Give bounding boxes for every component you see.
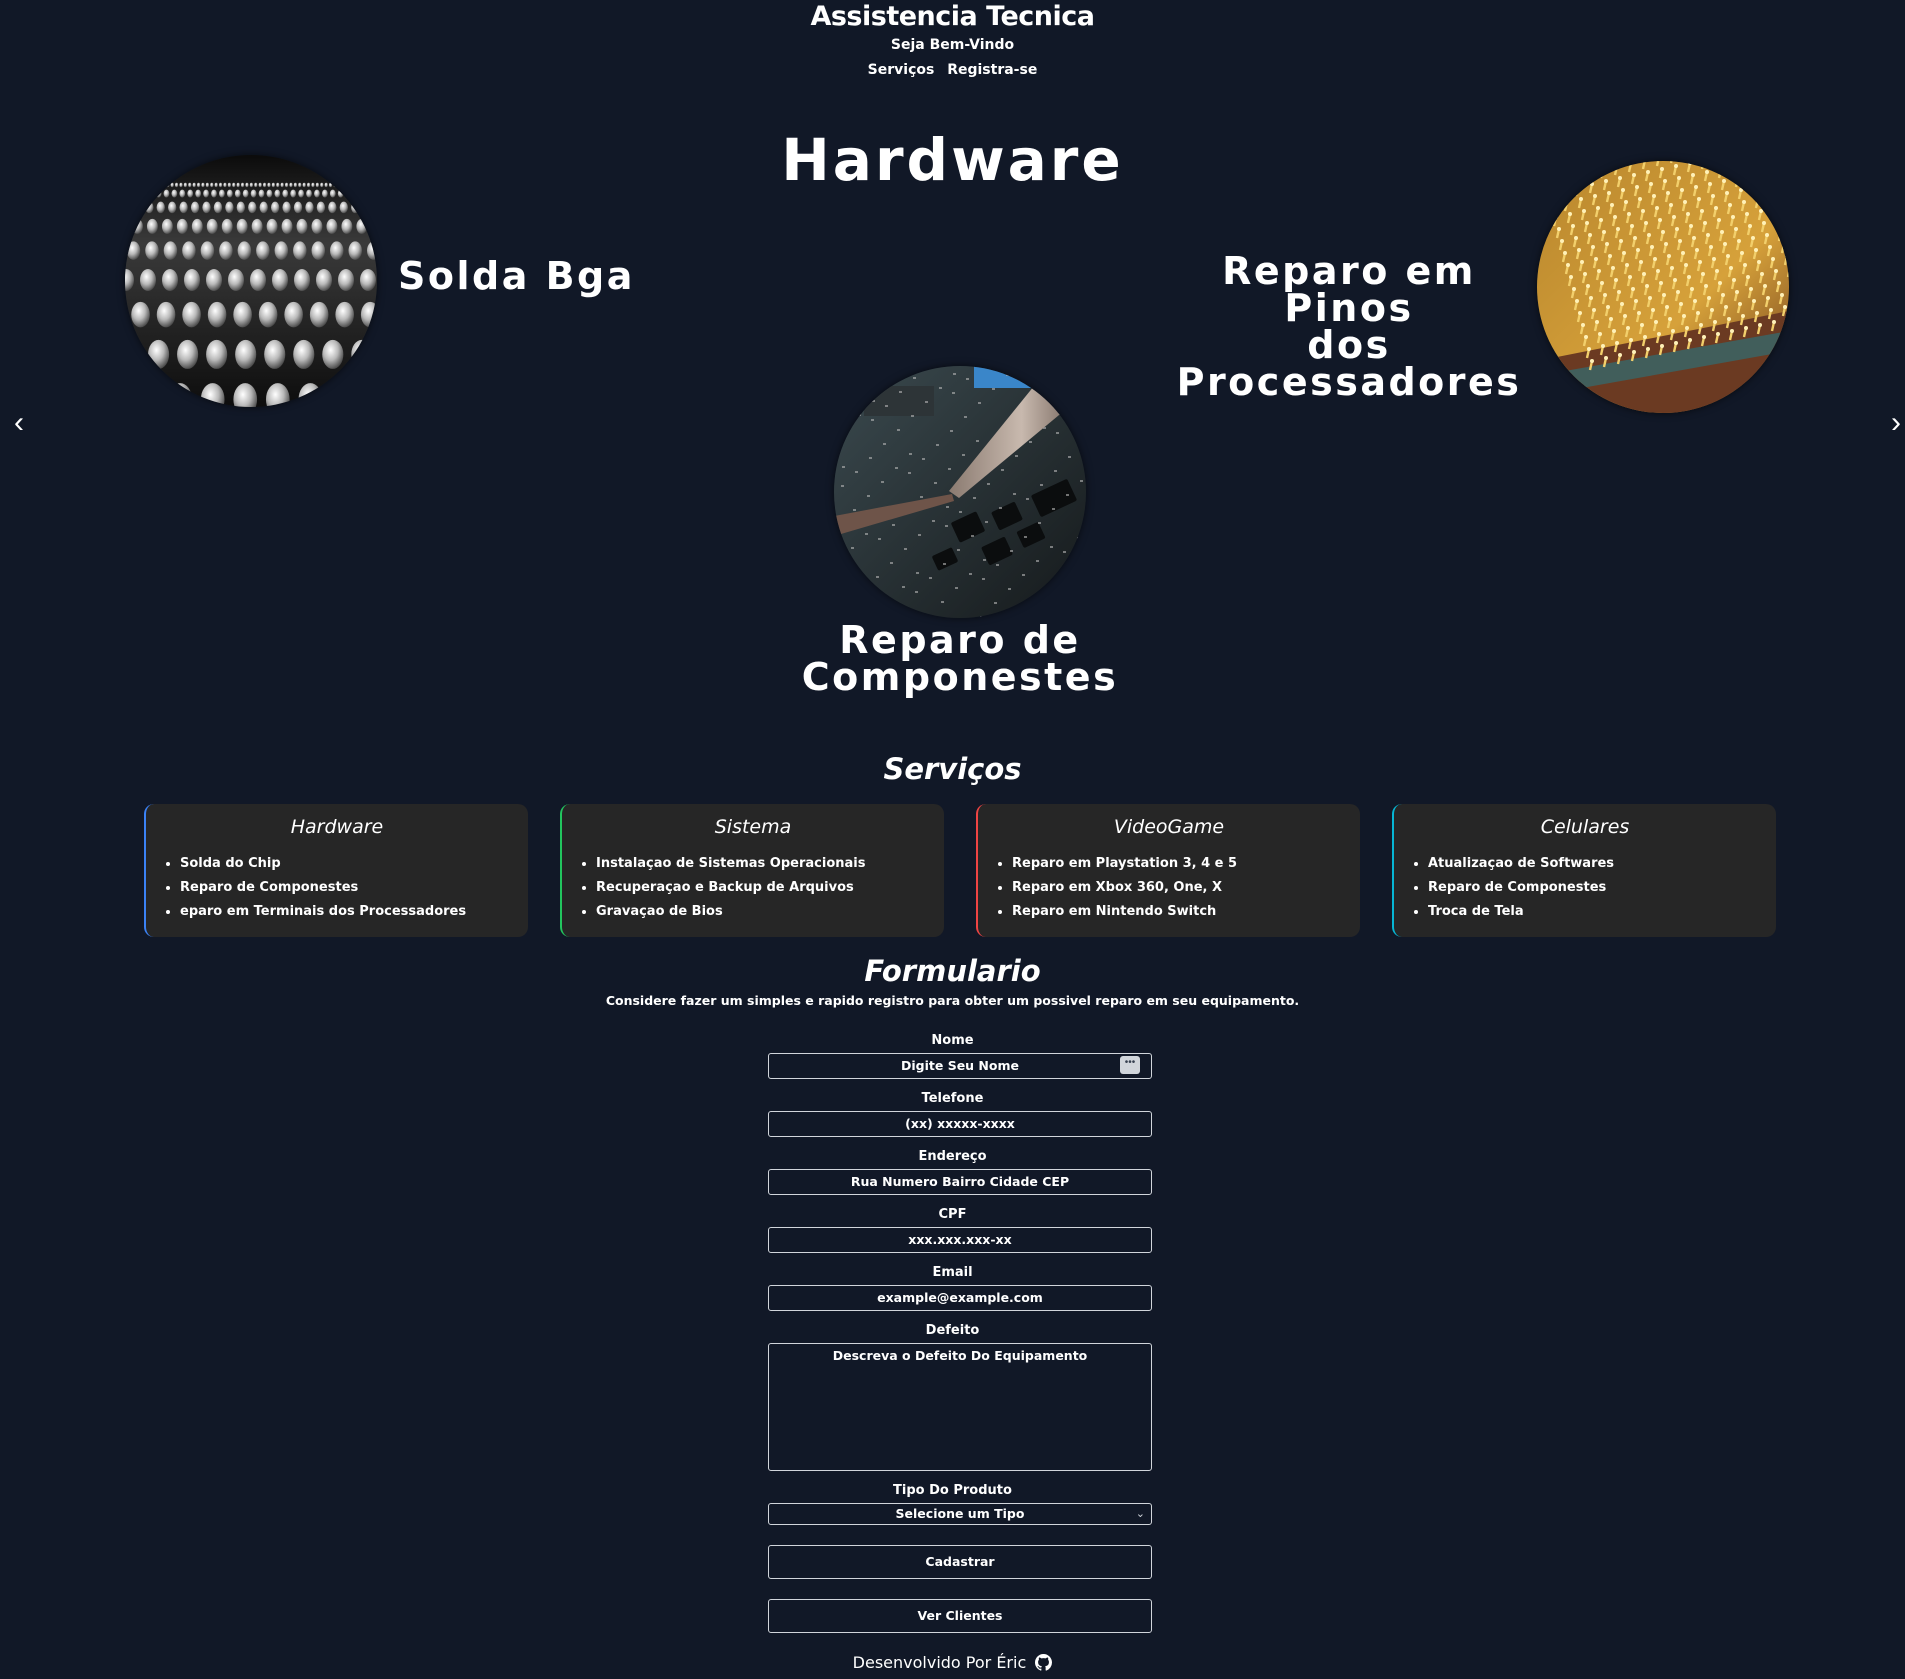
product-type-selected: Selecione um Tipo (895, 1506, 1025, 1521)
service-card-title: VideoGame (1113, 816, 1225, 838)
email-label: Email (932, 1265, 973, 1280)
service-item: Reparo em Xbox 360, One, X (1012, 876, 1360, 900)
slide-image-pins (1537, 161, 1789, 413)
service-list: Solda do Chip Reparo de Componestes epar… (146, 852, 528, 924)
service-card-title: Sistema (714, 816, 792, 838)
slide-image-soldering (834, 366, 1086, 618)
name-input[interactable]: Digite Seu Nome (768, 1053, 1152, 1079)
github-icon[interactable] (1035, 1654, 1053, 1675)
defect-label: Defeito (925, 1323, 980, 1338)
nav-link-services[interactable]: Serviços (868, 62, 935, 78)
email-input[interactable]: example@example.com (768, 1285, 1152, 1311)
form-title: Formulario (864, 954, 1041, 988)
service-item: Reparo em Nintendo Switch (1012, 900, 1360, 924)
cpf-label: CPF (938, 1207, 967, 1222)
product-type-label: Tipo Do Produto (893, 1483, 1012, 1498)
welcome-text: Seja Bem-Vindo (890, 37, 1015, 53)
defect-textarea[interactable]: Descreva o Defeito Do Equipamento (768, 1343, 1152, 1471)
carousel-prev-button[interactable]: ‹ (14, 406, 24, 440)
services-title: Serviços (883, 752, 1022, 786)
service-card-hardware: Hardware Solda do Chip Reparo de Compone… (144, 804, 528, 937)
service-item: Reparo de Componestes (180, 876, 528, 900)
register-button[interactable]: Cadastrar (768, 1545, 1152, 1579)
service-item: Solda do Chip (180, 852, 528, 876)
site-title: Assistencia Tecnica (810, 1, 1095, 32)
service-item: Instalaçao de Sistemas Operacionais (596, 852, 944, 876)
cpf-input[interactable]: xxx.xxx.xxx-xx (768, 1227, 1152, 1253)
slide-image-bga (125, 155, 377, 407)
address-label: Endereço (918, 1149, 987, 1164)
chevron-down-icon: ⌄ (1135, 1507, 1145, 1520)
service-card-title: Hardware (290, 816, 384, 838)
slide-caption-components-line2: Componestes (801, 655, 1119, 699)
service-card-videogame: VideoGame Reparo em Playstation 3, 4 e 5… (976, 804, 1360, 937)
service-item: Reparo em Playstation 3, 4 e 5 (1012, 852, 1360, 876)
view-clients-button[interactable]: Ver Clientes (768, 1599, 1152, 1633)
autofill-icon[interactable]: ••• (1120, 1056, 1140, 1074)
service-item: Reparo de Componestes (1428, 876, 1776, 900)
service-list: Atualizaçao de Softwares Reparo de Compo… (1394, 852, 1776, 924)
slide-caption-pins-line1: Reparo em Pinos (1222, 249, 1476, 330)
service-card-phones: Celulares Atualizaçao de Softwares Repar… (1392, 804, 1776, 937)
service-item: Gravaçao de Bios (596, 900, 944, 924)
form-description: Considere fazer um simples e rapido regi… (605, 993, 1300, 1008)
product-type-select[interactable]: Selecione um Tipo ⌄ (768, 1503, 1152, 1525)
slide-caption-pins-line2: dos Processadores (1176, 323, 1522, 404)
service-item: Recuperaçao e Backup de Arquivos (596, 876, 944, 900)
address-input[interactable]: Rua Numero Bairro Cidade CEP (768, 1169, 1152, 1195)
service-card-title: Celulares (1540, 816, 1630, 838)
phone-label: Telefone (921, 1091, 984, 1106)
nav-link-register[interactable]: Registra-se (947, 62, 1037, 78)
carousel-next-button[interactable]: › (1891, 406, 1901, 440)
service-list: Reparo em Playstation 3, 4 e 5 Reparo em… (978, 852, 1360, 924)
service-item: eparo em Terminais dos Processadores (180, 900, 528, 924)
top-nav: Serviços Registra-se (0, 62, 1905, 78)
service-item: Troca de Tela (1428, 900, 1776, 924)
name-label: Nome (931, 1033, 974, 1048)
chevron-right-icon: › (1891, 406, 1901, 439)
service-list: Instalaçao de Sistemas Operacionais Recu… (562, 852, 944, 924)
slide-caption-pins: Reparo em Pinos dos Processadores (1160, 249, 1538, 404)
slide-caption-bga: Solda Bga (398, 254, 635, 298)
service-item: Atualizaçao de Softwares (1428, 852, 1776, 876)
slide-caption-components: Reparo de Componestes (780, 618, 1140, 699)
phone-input[interactable]: (xx) xxxxx-xxxx (768, 1111, 1152, 1137)
service-card-system: Sistema Instalaçao de Sistemas Operacion… (560, 804, 944, 937)
slide-caption-components-line1: Reparo de (839, 618, 1081, 662)
footer-text: Desenvolvido Por Éric (852, 1653, 1027, 1672)
footer: Desenvolvido Por Éric (0, 1653, 1905, 1675)
chevron-left-icon: ‹ (14, 406, 24, 439)
